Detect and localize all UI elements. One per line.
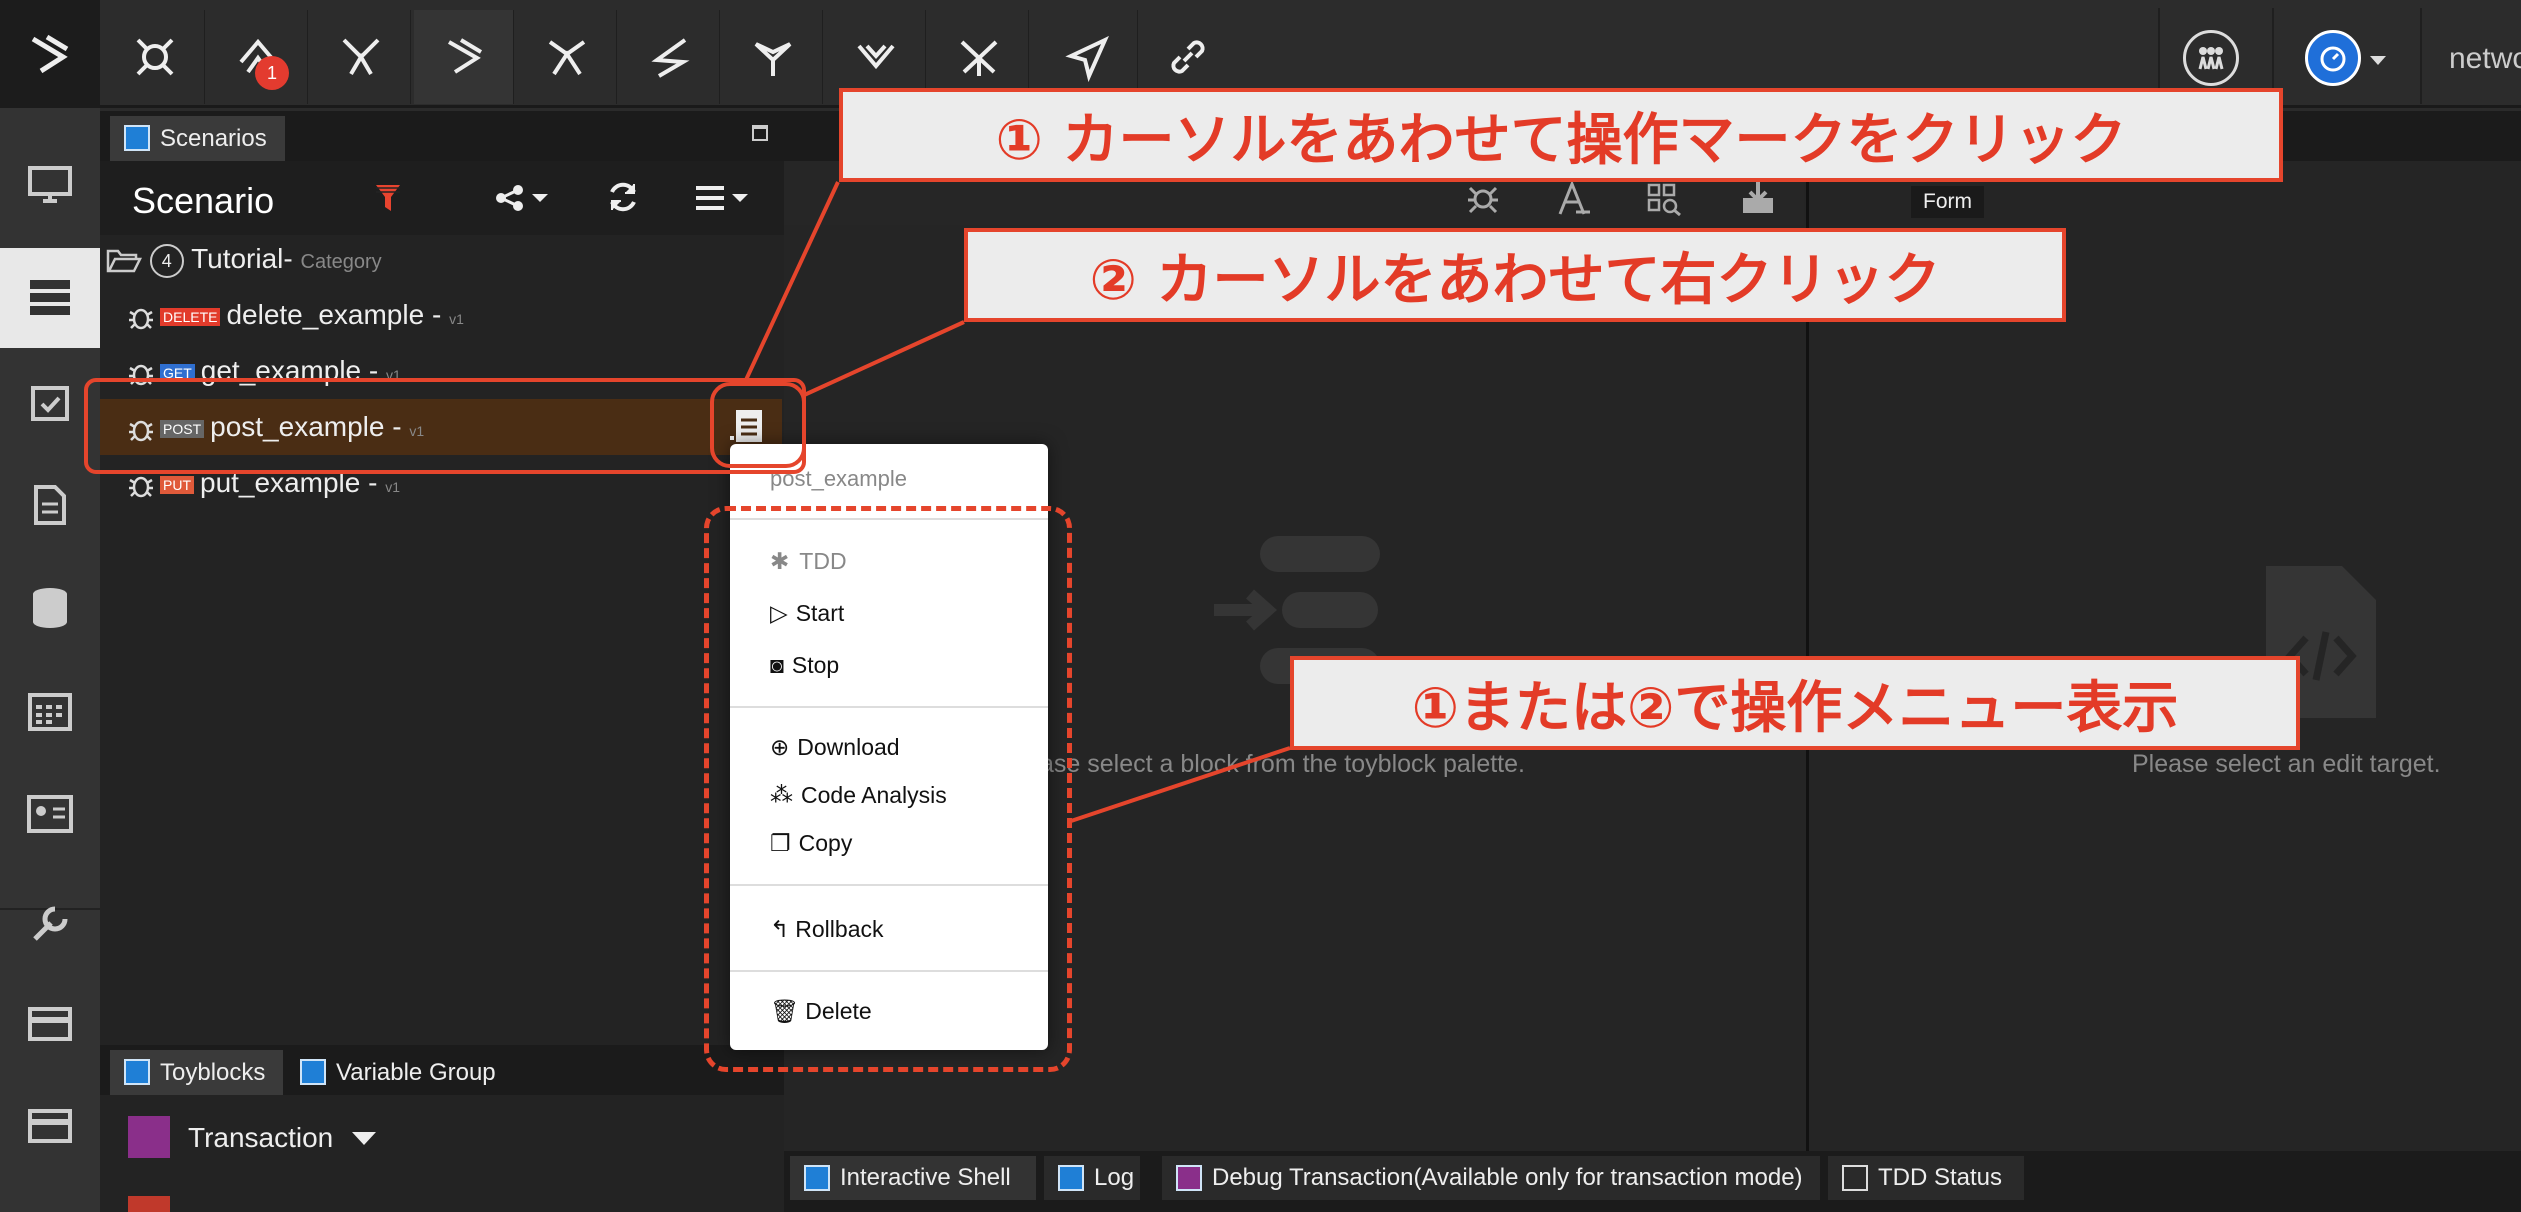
annotation-step1: ① カーソルをあわせて操作マークをクリック <box>839 88 2283 182</box>
highlight-selected-row <box>84 378 806 474</box>
annotation-result: ①または②で操作メニュー表示 <box>1290 656 2300 750</box>
highlight-menu-items <box>704 506 1072 1072</box>
annotation-step2: ② カーソルをあわせて右クリック <box>964 228 2066 322</box>
highlight-operation-icon <box>710 382 806 468</box>
